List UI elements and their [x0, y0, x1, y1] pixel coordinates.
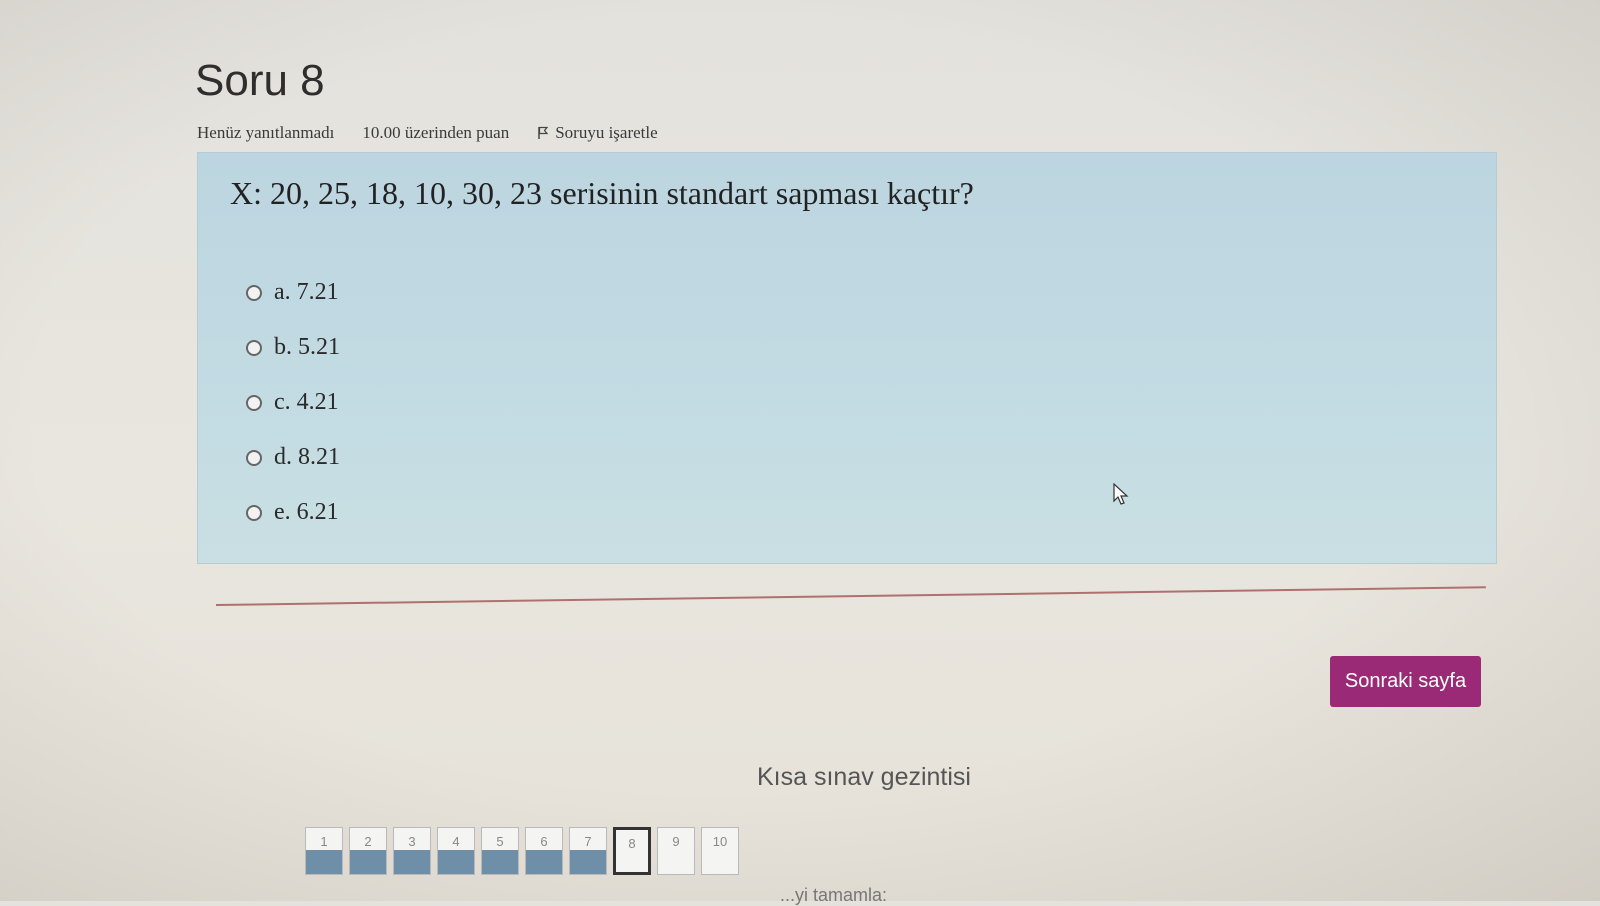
radio-button[interactable]	[246, 284, 262, 301]
question-info: Henüz yanıtlanmadı 10.00 üzerinden puan …	[197, 123, 658, 143]
quiz-nav-button-7[interactable]: 7	[569, 827, 607, 875]
quiz-nav-button-2[interactable]: 2	[349, 827, 387, 875]
flag-question-link[interactable]: Soruyu işaretle	[537, 123, 658, 143]
quiz-nav-button-8[interactable]: 8	[613, 827, 651, 875]
answer-option-b[interactable]: b. 5.21	[246, 320, 340, 375]
answer-option-d[interactable]: d. 8.21	[246, 430, 340, 485]
quiz-nav-button-1[interactable]: 1	[305, 827, 343, 875]
question-text: X: 20, 25, 18, 10, 30, 23 serisinin stan…	[230, 175, 974, 211]
quiz-navigation: 1 2 3 4 5 6 7 8 9 10	[305, 827, 739, 875]
radio-button[interactable]	[246, 394, 262, 411]
quiz-nav-button-6[interactable]: 6	[525, 827, 563, 875]
finish-attempt-link[interactable]: ...yi tamamla:	[780, 885, 887, 906]
question-status: Henüz yanıtlanmadı	[197, 123, 335, 142]
answer-label: d. 8.21	[274, 444, 340, 470]
quiz-nav-button-10[interactable]: 10	[701, 827, 739, 875]
answer-label: e. 6.21	[274, 499, 339, 525]
section-divider	[215, 586, 1486, 606]
mouse-cursor-icon	[1113, 483, 1129, 505]
answer-label: a. 7.21	[274, 279, 339, 305]
answer-options: a. 7.21 b. 5.21 c. 4.21 d. 8.21 e. 6.21	[246, 265, 340, 540]
quiz-nav-button-5[interactable]: 5	[481, 827, 519, 875]
question-points: 10.00 üzerinden puan	[362, 123, 510, 142]
answer-option-a[interactable]: a. 7.21	[246, 265, 340, 320]
quiz-nav-button-3[interactable]: 3	[393, 827, 431, 875]
answer-option-c[interactable]: c. 4.21	[246, 375, 340, 430]
quiz-nav-button-9[interactable]: 9	[657, 827, 695, 875]
flag-icon	[538, 126, 549, 139]
answer-label: b. 5.21	[274, 334, 340, 360]
radio-button[interactable]	[246, 339, 262, 356]
radio-button[interactable]	[246, 449, 262, 466]
flag-question-label: Soruyu işaretle	[555, 123, 658, 142]
next-page-button[interactable]: Sonraki sayfa	[1330, 656, 1481, 707]
radio-button[interactable]	[246, 504, 262, 521]
answer-option-e[interactable]: e. 6.21	[246, 485, 340, 540]
quiz-nav-button-4[interactable]: 4	[437, 827, 475, 875]
question-title: Soru 8	[195, 56, 325, 105]
quiz-navigation-title: Kısa sınav gezintisi	[757, 763, 971, 791]
question-content-box: X: 20, 25, 18, 10, 30, 23 serisinin stan…	[197, 152, 1497, 564]
answer-label: c. 4.21	[274, 389, 339, 415]
